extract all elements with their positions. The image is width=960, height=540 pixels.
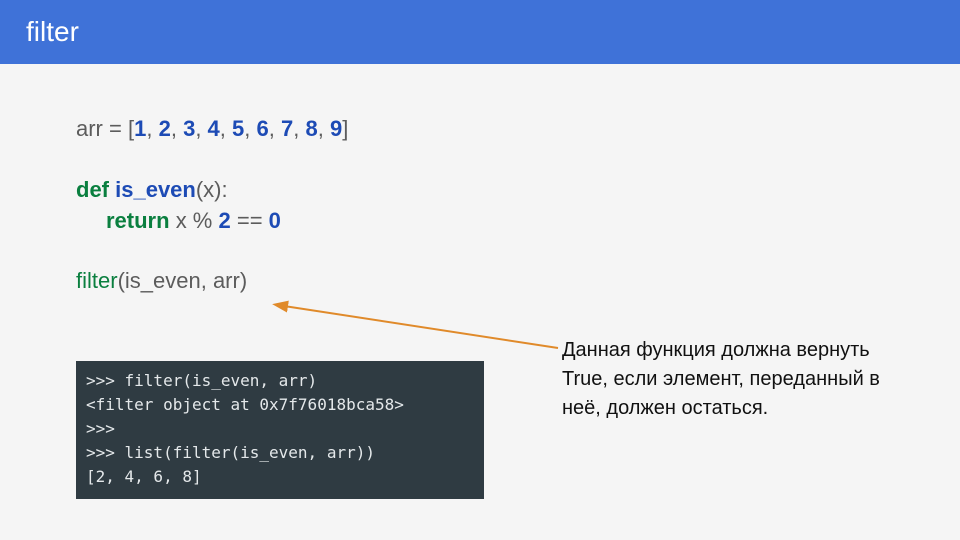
return-keyword: return <box>106 208 176 233</box>
arr-val: 3 <box>183 116 195 141</box>
arr-val: 2 <box>159 116 171 141</box>
code-filter-call: filter(is_even, arr) <box>76 266 884 297</box>
terminal-line: >>> filter(is_even, arr) <box>86 369 474 393</box>
terminal-line: <filter object at 0x7f76018bca58> <box>86 393 474 417</box>
code-def-line: def is_even(x): <box>76 175 884 206</box>
arr-val: 6 <box>257 116 269 141</box>
arr-val: 1 <box>134 116 146 141</box>
fn-name: is_even <box>115 177 196 202</box>
arr-val: 8 <box>305 116 317 141</box>
slide-title: filter <box>26 16 79 48</box>
comma: , <box>146 116 158 141</box>
comma: , <box>293 116 305 141</box>
terminal-line: >>> list(filter(is_even, arr)) <box>86 441 474 465</box>
arr-var: arr <box>76 116 103 141</box>
comma: , <box>220 116 232 141</box>
terminal-output: >>> filter(is_even, arr) <filter object … <box>76 361 484 499</box>
eq-val: 0 <box>269 208 281 233</box>
arr-val: 5 <box>232 116 244 141</box>
filter-fn: filter <box>76 268 118 293</box>
annotation-text: Данная функция должна вернуть True, если… <box>562 336 902 423</box>
comma: , <box>318 116 330 141</box>
comma: , <box>269 116 281 141</box>
comma: , <box>171 116 183 141</box>
slide-header: filter <box>0 0 960 64</box>
comma: , <box>195 116 207 141</box>
annotation-arrow <box>278 302 578 362</box>
code-arr-assign: arr = [1, 2, 3, 4, 5, 6, 7, 8, 9] <box>76 114 884 145</box>
arr-val: 9 <box>330 116 342 141</box>
def-keyword: def <box>76 177 115 202</box>
mod-val: 2 <box>218 208 230 233</box>
slide-content: arr = [1, 2, 3, 4, 5, 6, 7, 8, 9] def is… <box>0 64 960 499</box>
return-eq: == <box>231 208 269 233</box>
comma: , <box>244 116 256 141</box>
eq-sign: = <box>103 116 128 141</box>
return-body: x % <box>176 208 219 233</box>
code-return-line: return x % 2 == 0 <box>76 206 884 237</box>
rbracket: ] <box>342 116 348 141</box>
arr-val: 7 <box>281 116 293 141</box>
arr-val: 4 <box>208 116 220 141</box>
terminal-line: >>> <box>86 417 474 441</box>
filter-args: (is_even, arr) <box>118 268 248 293</box>
terminal-line: [2, 4, 6, 8] <box>86 465 474 489</box>
fn-params: (x): <box>196 177 228 202</box>
